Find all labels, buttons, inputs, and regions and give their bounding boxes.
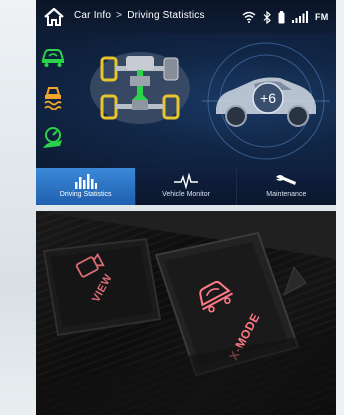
- console-button-panel-photo: VIEW X-MODE: [36, 211, 336, 415]
- phone-battery-icon: [278, 10, 285, 23]
- stability-warning-icon[interactable]: [40, 84, 66, 111]
- wrench-icon: [276, 175, 297, 185]
- view-button[interactable]: VIEW: [42, 237, 162, 337]
- vehicle-pitch-gauge: +6: [202, 42, 330, 160]
- status-bar: Car Info > Driving Statistics FM: [36, 0, 336, 34]
- signal-strength-icon: [292, 11, 308, 23]
- vehicle-status-icon[interactable]: [40, 44, 66, 70]
- breadcrumb-separator: >: [116, 10, 123, 21]
- breadcrumb-current: Driving Statistics: [127, 10, 205, 21]
- awd-drivetrain-diagram: [90, 52, 190, 124]
- breadcrumb-parent[interactable]: Car Info: [74, 10, 111, 21]
- tab-vehicle-monitor[interactable]: Vehicle Monitor: [136, 168, 237, 205]
- infotainment-screen: Car Info > Driving Statistics FM +6 Driv…: [36, 0, 336, 205]
- pulse-icon: [173, 173, 198, 189]
- side-icon-column: [36, 34, 72, 168]
- wifi-icon: [242, 11, 256, 23]
- eco-status-icon[interactable]: [40, 124, 66, 150]
- panel-buttons-illustration: VIEW X-MODE: [36, 211, 336, 415]
- background-right: [336, 0, 344, 415]
- background-left: [0, 0, 36, 415]
- tab-label: Vehicle Monitor: [162, 191, 210, 198]
- home-button[interactable]: [42, 6, 66, 28]
- driving-statistics-view: +6: [36, 34, 336, 168]
- home-icon: [44, 7, 64, 26]
- tab-bar: Driving Statistics Vehicle Monitor Maint…: [36, 168, 336, 205]
- radio-band-label[interactable]: FM: [315, 12, 329, 22]
- tab-label: Maintenance: [266, 191, 307, 198]
- tab-driving-statistics[interactable]: Driving Statistics: [36, 168, 137, 205]
- gauge-value: +6: [260, 90, 276, 106]
- bluetooth-icon: [263, 10, 271, 24]
- tab-label: Driving Statistics: [59, 191, 112, 198]
- bar-graph-icon: [74, 174, 97, 189]
- status-icons: FM: [242, 8, 329, 26]
- tab-maintenance[interactable]: Maintenance: [237, 168, 336, 205]
- breadcrumb: Car Info > Driving Statistics: [74, 10, 205, 21]
